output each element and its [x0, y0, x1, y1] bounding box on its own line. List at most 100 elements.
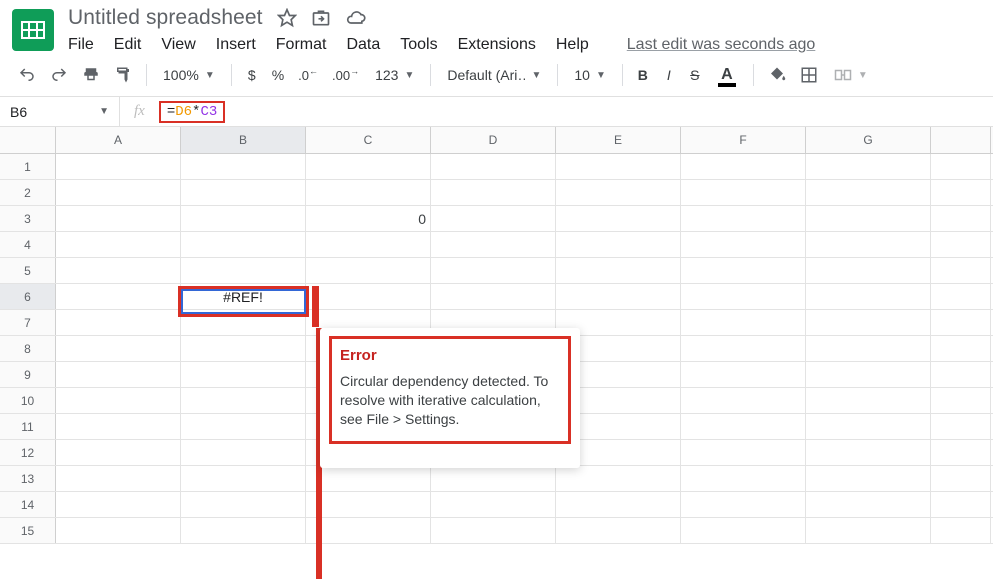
menu-edit[interactable]: Edit [114, 36, 142, 54]
cell[interactable] [931, 388, 991, 413]
cell[interactable] [556, 284, 681, 309]
row-header[interactable]: 13 [0, 466, 56, 491]
cell[interactable] [681, 362, 806, 387]
cell[interactable] [681, 440, 806, 465]
cell[interactable] [56, 206, 181, 231]
cell[interactable] [431, 284, 556, 309]
row-header[interactable]: 2 [0, 180, 56, 205]
row-header[interactable]: 14 [0, 492, 56, 517]
cell[interactable] [181, 310, 306, 335]
col-header[interactable]: D [431, 127, 556, 153]
row-header[interactable]: 9 [0, 362, 56, 387]
more-formats-dropdown[interactable]: 123▼ [367, 63, 422, 87]
cell[interactable] [181, 466, 306, 491]
cell[interactable] [806, 492, 931, 517]
cell[interactable] [681, 180, 806, 205]
cell[interactable] [556, 232, 681, 257]
cell[interactable] [181, 388, 306, 413]
cell-C3[interactable]: 0 [306, 206, 431, 231]
row-header[interactable]: 11 [0, 414, 56, 439]
cell[interactable] [931, 206, 991, 231]
row-header[interactable]: 10 [0, 388, 56, 413]
italic-button[interactable]: I [657, 62, 681, 88]
cell[interactable] [181, 206, 306, 231]
decrease-decimal-button[interactable]: .0← [292, 62, 324, 88]
cell[interactable] [931, 362, 991, 387]
cell[interactable] [681, 284, 806, 309]
cell[interactable] [431, 466, 556, 491]
cell[interactable] [806, 180, 931, 205]
text-color-button[interactable]: A [709, 62, 745, 88]
cell[interactable] [56, 258, 181, 283]
cell[interactable] [431, 180, 556, 205]
cell[interactable] [181, 180, 306, 205]
cell[interactable] [681, 154, 806, 179]
cell[interactable] [556, 492, 681, 517]
formula-input[interactable]: =D6*C3 [159, 101, 225, 123]
fill-color-button[interactable] [762, 62, 792, 88]
cell[interactable] [806, 206, 931, 231]
increase-decimal-button[interactable]: .00→ [326, 62, 365, 88]
redo-button[interactable] [44, 62, 74, 88]
row-header[interactable]: 15 [0, 518, 56, 543]
percent-button[interactable]: % [266, 62, 290, 88]
cell[interactable] [56, 388, 181, 413]
paint-format-button[interactable] [108, 62, 138, 88]
cell[interactable] [56, 284, 181, 309]
cloud-status-icon[interactable] [345, 8, 367, 28]
cell[interactable] [431, 518, 556, 543]
cell[interactable] [681, 466, 806, 491]
row-header[interactable]: 5 [0, 258, 56, 283]
cell[interactable] [681, 232, 806, 257]
sheets-logo[interactable] [12, 9, 54, 51]
cell[interactable] [681, 414, 806, 439]
cell[interactable] [681, 336, 806, 361]
font-dropdown[interactable]: Default (Ari… ▼ [439, 63, 549, 87]
menu-view[interactable]: View [161, 36, 195, 54]
cell[interactable] [181, 492, 306, 517]
cell[interactable] [806, 336, 931, 361]
cell[interactable] [181, 414, 306, 439]
font-size-dropdown[interactable]: 10 ▼ [566, 63, 613, 87]
cell[interactable] [56, 232, 181, 257]
row-header[interactable]: 4 [0, 232, 56, 257]
cell[interactable] [431, 206, 556, 231]
cell[interactable] [931, 336, 991, 361]
cell[interactable] [56, 518, 181, 543]
cell[interactable] [681, 258, 806, 283]
col-header[interactable]: G [806, 127, 931, 153]
cell[interactable] [56, 440, 181, 465]
cell[interactable] [181, 336, 306, 361]
move-icon[interactable] [311, 8, 331, 28]
cell[interactable] [56, 310, 181, 335]
cell[interactable] [556, 206, 681, 231]
row-header[interactable]: 7 [0, 310, 56, 335]
cell[interactable] [556, 154, 681, 179]
cell[interactable] [931, 440, 991, 465]
cell[interactable] [681, 388, 806, 413]
col-header[interactable]: E [556, 127, 681, 153]
cell[interactable] [931, 284, 991, 309]
cell[interactable] [681, 492, 806, 517]
menu-format[interactable]: Format [276, 36, 327, 54]
menu-file[interactable]: File [68, 36, 94, 54]
cell[interactable] [306, 466, 431, 491]
col-header[interactable]: B [181, 127, 306, 153]
cell[interactable] [431, 232, 556, 257]
cell[interactable] [806, 440, 931, 465]
cell[interactable] [681, 206, 806, 231]
cell[interactable] [56, 336, 181, 361]
cell[interactable] [931, 518, 991, 543]
cell[interactable] [931, 414, 991, 439]
cell[interactable] [306, 518, 431, 543]
cell[interactable] [306, 284, 431, 309]
cell[interactable] [931, 154, 991, 179]
doc-title[interactable]: Untitled spreadsheet [68, 6, 263, 30]
menu-help[interactable]: Help [556, 36, 589, 54]
currency-button[interactable]: $ [240, 62, 264, 88]
cell[interactable] [56, 492, 181, 517]
cell[interactable] [556, 518, 681, 543]
cell[interactable] [556, 258, 681, 283]
cell[interactable] [431, 154, 556, 179]
print-button[interactable] [76, 62, 106, 88]
